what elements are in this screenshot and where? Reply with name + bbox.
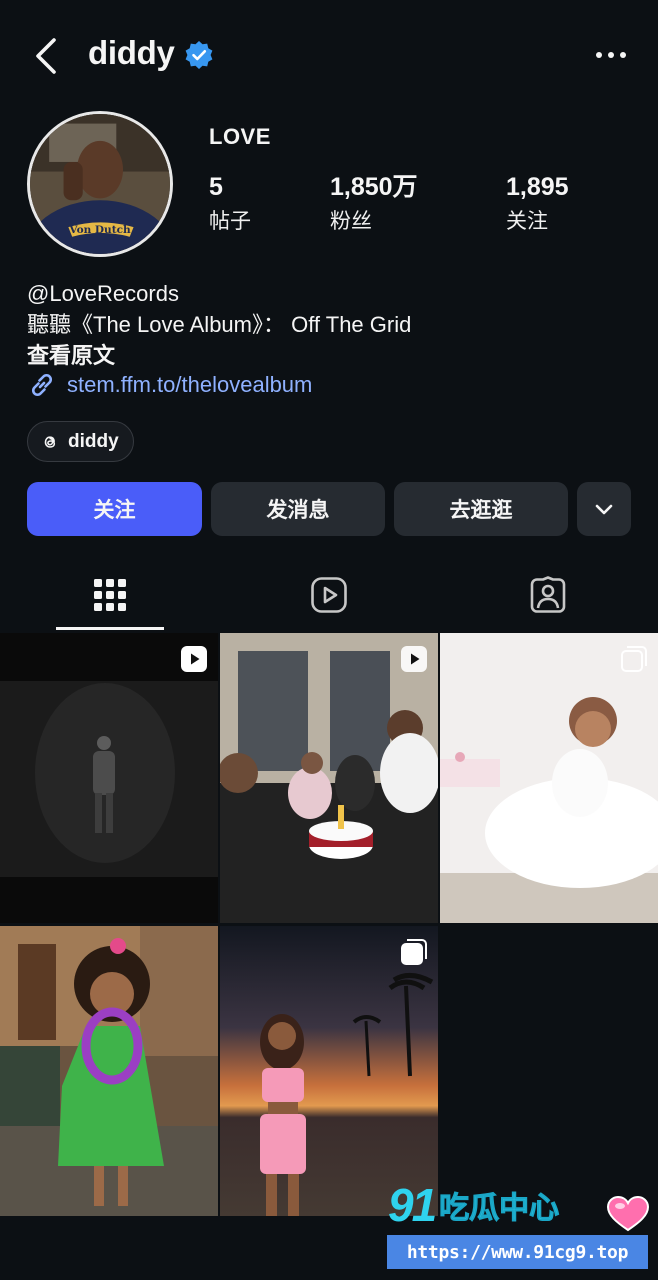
see-original-link[interactable]: 查看原文: [27, 340, 637, 371]
message-button[interactable]: 发消息: [211, 482, 385, 536]
watermark-logo-number: 91: [388, 1179, 437, 1231]
following-label: 关注: [506, 210, 548, 233]
followers-count: 1,850万: [330, 173, 418, 201]
posts-stat: 5 帖子: [209, 173, 251, 235]
post-thumbnail: [440, 633, 658, 923]
heart-icon: [606, 1196, 650, 1232]
post-tile[interactable]: [0, 633, 218, 923]
followers-label: 粉丝: [330, 210, 372, 233]
post-tile[interactable]: [440, 633, 658, 923]
profile-bio: @LoveRecords 聽聽《The Love Album》： Off The…: [27, 278, 637, 371]
posts-count: 5: [209, 173, 223, 201]
followers-stat[interactable]: 1,850万 粉丝: [330, 173, 418, 235]
post-thumbnail: [0, 633, 218, 923]
back-button[interactable]: [30, 34, 66, 78]
tab-tagged[interactable]: [494, 560, 602, 630]
following-count: 1,895: [506, 173, 569, 201]
watermark-logo: 91 吃瓜中心: [388, 1179, 560, 1231]
more-options-button[interactable]: [594, 44, 628, 66]
more-horizontal-icon: [596, 52, 626, 58]
threads-chip-label: diddy: [68, 430, 119, 452]
active-tab-indicator: [56, 627, 164, 630]
reel-video-icon: [401, 646, 427, 672]
profile-link[interactable]: stem.ffm.to/thelovealbum: [27, 369, 312, 401]
display-name: LOVE: [209, 124, 271, 149]
reel-video-icon: [181, 646, 207, 672]
bio-text: 聽聽《The Love Album》： Off The Grid: [27, 312, 412, 337]
post-thumbnail: [220, 926, 438, 1216]
post-thumbnail: [0, 926, 218, 1216]
grid-icon: [94, 579, 126, 611]
profile-tabs: [0, 560, 658, 632]
posts-grid: [0, 633, 658, 1218]
carousel-icon: [621, 646, 647, 672]
avatar-photo: Von Dutch: [30, 114, 170, 254]
link-icon: [31, 373, 53, 397]
svg-text:Von Dutch: Von Dutch: [68, 224, 131, 236]
profile-link-text: stem.ffm.to/thelovealbum: [67, 372, 313, 397]
verified-badge-icon: [185, 41, 213, 69]
tab-posts[interactable]: [56, 560, 164, 630]
carousel-icon: [401, 939, 427, 965]
threads-icon: [44, 435, 56, 448]
tagged-icon: [530, 576, 566, 613]
post-tile[interactable]: [0, 926, 218, 1216]
reels-icon: [311, 577, 347, 613]
bio-mention[interactable]: @LoveRecords: [27, 278, 637, 309]
post-tile[interactable]: [220, 633, 438, 923]
watermark-logo-text: 吃瓜中心: [439, 1192, 560, 1226]
follow-button[interactable]: 关注: [27, 482, 202, 536]
posts-label: 帖子: [209, 210, 251, 233]
profile-avatar[interactable]: Von Dutch: [27, 111, 173, 257]
chevron-down-icon: [595, 504, 613, 515]
watermark-url: https://www.91cg9.top: [387, 1235, 648, 1269]
profile-username: diddy: [88, 34, 175, 71]
post-tile[interactable]: [220, 926, 438, 1216]
top-bar: diddy: [0, 0, 658, 110]
following-stat[interactable]: 1,895 关注: [506, 173, 569, 235]
tab-reels[interactable]: [275, 560, 383, 630]
visit-shop-button[interactable]: 去逛逛: [394, 482, 568, 536]
suggested-accounts-button[interactable]: [577, 482, 631, 536]
post-thumbnail: [220, 633, 438, 923]
threads-chip[interactable]: diddy: [27, 421, 134, 462]
chevron-left-icon: [36, 38, 56, 74]
